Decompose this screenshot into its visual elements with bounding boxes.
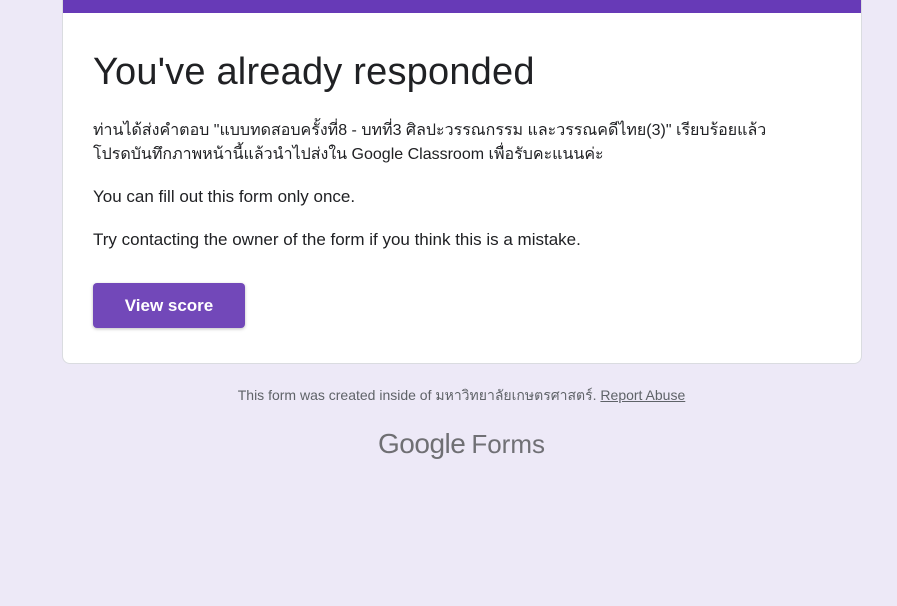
- card-accent-bar: [63, 0, 861, 13]
- footer-created-text: This form was created inside of มหาวิทยา…: [237, 387, 597, 403]
- confirmation-message: ท่านได้ส่งคำตอบ "แบบทดสอบครั้งที่8 - บทท…: [93, 119, 833, 167]
- page-title: You've already responded: [93, 51, 535, 93]
- brand-forms-text: Forms: [471, 429, 545, 459]
- view-score-button[interactable]: View score: [93, 283, 245, 328]
- fill-once-note: You can fill out this form only once.: [93, 187, 356, 206]
- confirmation-card: You've already responded ท่านได้ส่งคำตอบ…: [62, 0, 862, 364]
- google-forms-logo[interactable]: Google Forms: [0, 428, 897, 460]
- footer: This form was created inside of มหาวิทยา…: [0, 385, 897, 407]
- message-line-1: ท่านได้ส่งคำตอบ "แบบทดสอบครั้งที่8 - บทท…: [93, 122, 767, 139]
- message-line-2: โปรดบันทึกภาพหน้านี้แล้วนำไปส่งใน Google…: [93, 146, 604, 163]
- report-abuse-link[interactable]: Report Abuse: [600, 387, 685, 403]
- brand-google-text: Google: [378, 428, 466, 459]
- contact-owner-note: Try contacting the owner of the form if …: [93, 230, 581, 249]
